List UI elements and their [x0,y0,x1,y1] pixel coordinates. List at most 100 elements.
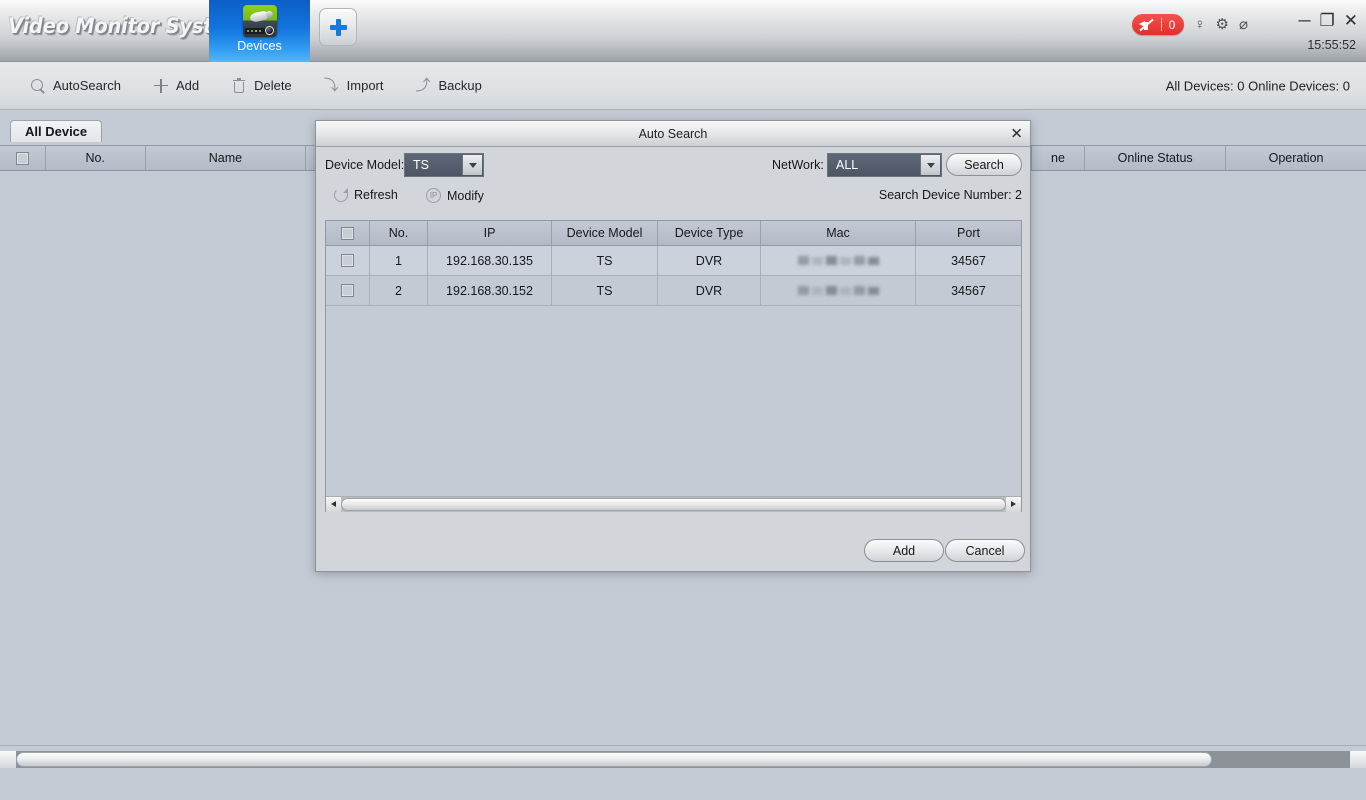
toolbar-import-label: Import [346,78,384,93]
toolbar-add-button[interactable]: Add [143,71,209,101]
refresh-button[interactable]: Refresh [334,188,398,202]
close-button[interactable]: ✕ [1344,12,1358,29]
results-header-no: No. [370,221,428,245]
toolbar-autosearch-button[interactable]: AutoSearch [20,71,131,101]
plus-icon [153,78,169,94]
page-bottom-scrollbar-area [0,745,1366,800]
search-button[interactable]: Search [946,153,1022,176]
chevron-down-icon[interactable] [920,155,940,175]
results-header-port: Port [957,226,980,240]
grid-header-online-status: Online Status [1085,146,1227,170]
row-mac [761,246,916,275]
scroll-left-arrow-icon[interactable] [326,496,341,512]
device-monitor-icon [242,5,277,37]
mac-redacted-icon [797,256,879,265]
user-icon[interactable]: ♀ [1194,17,1205,32]
device-model-value: TS [413,158,429,172]
refresh-icon [334,188,348,202]
tab-devices[interactable]: Devices [209,0,310,62]
minimize-button[interactable]: ─ [1298,12,1310,29]
row-no: 1 [370,246,428,275]
scrollbar-track[interactable] [341,496,1006,512]
toolbar: AutoSearch Add Delete ⤵ Import ⤴ Backup … [0,62,1366,110]
toolbar-backup-button[interactable]: ⤴ Backup [406,71,492,101]
dialog-footer: Add Cancel [316,539,1030,563]
add-tab-button[interactable] [319,8,357,46]
restore-button[interactable]: ❐ [1320,12,1335,29]
alarm-count: 0 [1168,17,1176,32]
results-header-ip: IP [428,221,552,245]
gear-icon[interactable]: ⚙ [1216,17,1229,32]
select-all-checkbox[interactable] [15,151,29,165]
row-checkbox-cell[interactable] [326,246,370,275]
page-horizontal-scrollbar[interactable] [0,751,1366,768]
row-device-model: TS [552,276,658,305]
row-device-type: DVR [658,276,761,305]
search-device-number: Search Device Number: 2 [878,188,1022,202]
results-header-device-type: Device Type [658,221,761,245]
device-count-status: All Devices: 0 Online Devices: 0 [1165,78,1350,93]
auto-search-dialog: Auto Search ✕ Device Model: TS NetWork: … [315,120,1031,572]
dialog-search-row: Device Model: TS NetWork: ALL Search [316,147,1030,183]
title-bar: Video Monitor System Devices 0 ♀ ⚙ ⌀ ─ ❐… [0,0,1366,62]
device-model-dropdown[interactable]: TS [404,153,484,177]
grid-header-operation: Operation [1268,151,1324,165]
toolbar-backup-label: Backup [438,78,482,93]
grid-header-no: No. [46,146,146,170]
clock: 15:55:52 [1307,38,1356,52]
gauge-icon[interactable]: ⌀ [1239,17,1248,32]
scroll-right-arrow-icon[interactable] [1006,496,1021,512]
row-port: 34567 [951,253,986,268]
network-label: NetWork: [772,158,824,172]
dialog-add-button[interactable]: Add [864,539,944,562]
device-model-label: Device Model: [325,158,405,172]
network-dropdown[interactable]: ALL [827,153,942,177]
toolbar-import-button[interactable]: ⤵ Import [314,71,394,101]
modify-button[interactable]: IP Modify [426,188,484,203]
row-ip: 192.168.30.135 [428,246,552,275]
scrollbar-thumb[interactable] [341,497,1006,511]
row-checkbox[interactable] [341,284,354,297]
close-icon[interactable]: ✕ [1010,126,1023,141]
alarm-status-badge[interactable]: 0 [1131,14,1185,35]
grid-header-name: Name [146,146,307,170]
toolbar-add-label: Add [175,78,200,93]
row-device-type: DVR [658,246,761,275]
tab-devices-label: Devices [237,39,282,53]
backup-arrow-icon: ⤴ [415,76,431,94]
search-icon [30,78,46,94]
scrollbar-thumb[interactable] [16,752,1212,767]
toolbar-delete-button[interactable]: Delete [221,71,302,101]
table-row[interactable]: 2 192.168.30.152 TS DVR 34567 [326,276,1021,306]
scrollbar-track[interactable] [16,751,1350,768]
search-results-table: No. IP Device Model Device Type Mac Port… [325,220,1022,512]
window-controls: ─ ❐ ✕ [1298,12,1358,29]
chevron-down-icon[interactable] [462,155,482,175]
select-all-checkbox[interactable] [341,226,354,240]
row-device-model: TS [552,246,658,275]
grid-header-partial: ne [1032,146,1086,170]
mac-redacted-icon [797,286,879,295]
ip-modify-icon: IP [426,188,441,203]
refresh-label: Refresh [354,188,398,202]
plus-icon [329,18,347,36]
results-select-all-cell[interactable] [326,221,370,245]
tab-all-device[interactable]: All Device [10,120,103,142]
dialog-title: Auto Search [638,126,708,141]
dialog-cancel-button[interactable]: Cancel [945,539,1025,562]
row-mac [761,276,916,305]
row-no: 2 [370,276,428,305]
row-checkbox[interactable] [341,254,354,267]
table-row[interactable]: 1 192.168.30.135 TS DVR 34567 [326,246,1021,276]
row-checkbox-cell[interactable] [326,276,370,305]
row-port: 34567 [951,283,986,298]
speaker-mute-icon [1138,18,1154,32]
results-horizontal-scrollbar[interactable] [326,496,1021,512]
grid-header-select-all[interactable] [0,146,46,170]
toolbar-autosearch-label: AutoSearch [53,78,121,93]
import-arrow-icon: ⤵ [323,76,339,94]
scroll-right-arrow-icon[interactable] [1350,751,1366,768]
scroll-left-arrow-icon[interactable] [0,751,16,768]
system-tray: 0 ♀ ⚙ ⌀ [1131,14,1248,35]
dialog-title-bar: Auto Search ✕ [316,121,1030,147]
